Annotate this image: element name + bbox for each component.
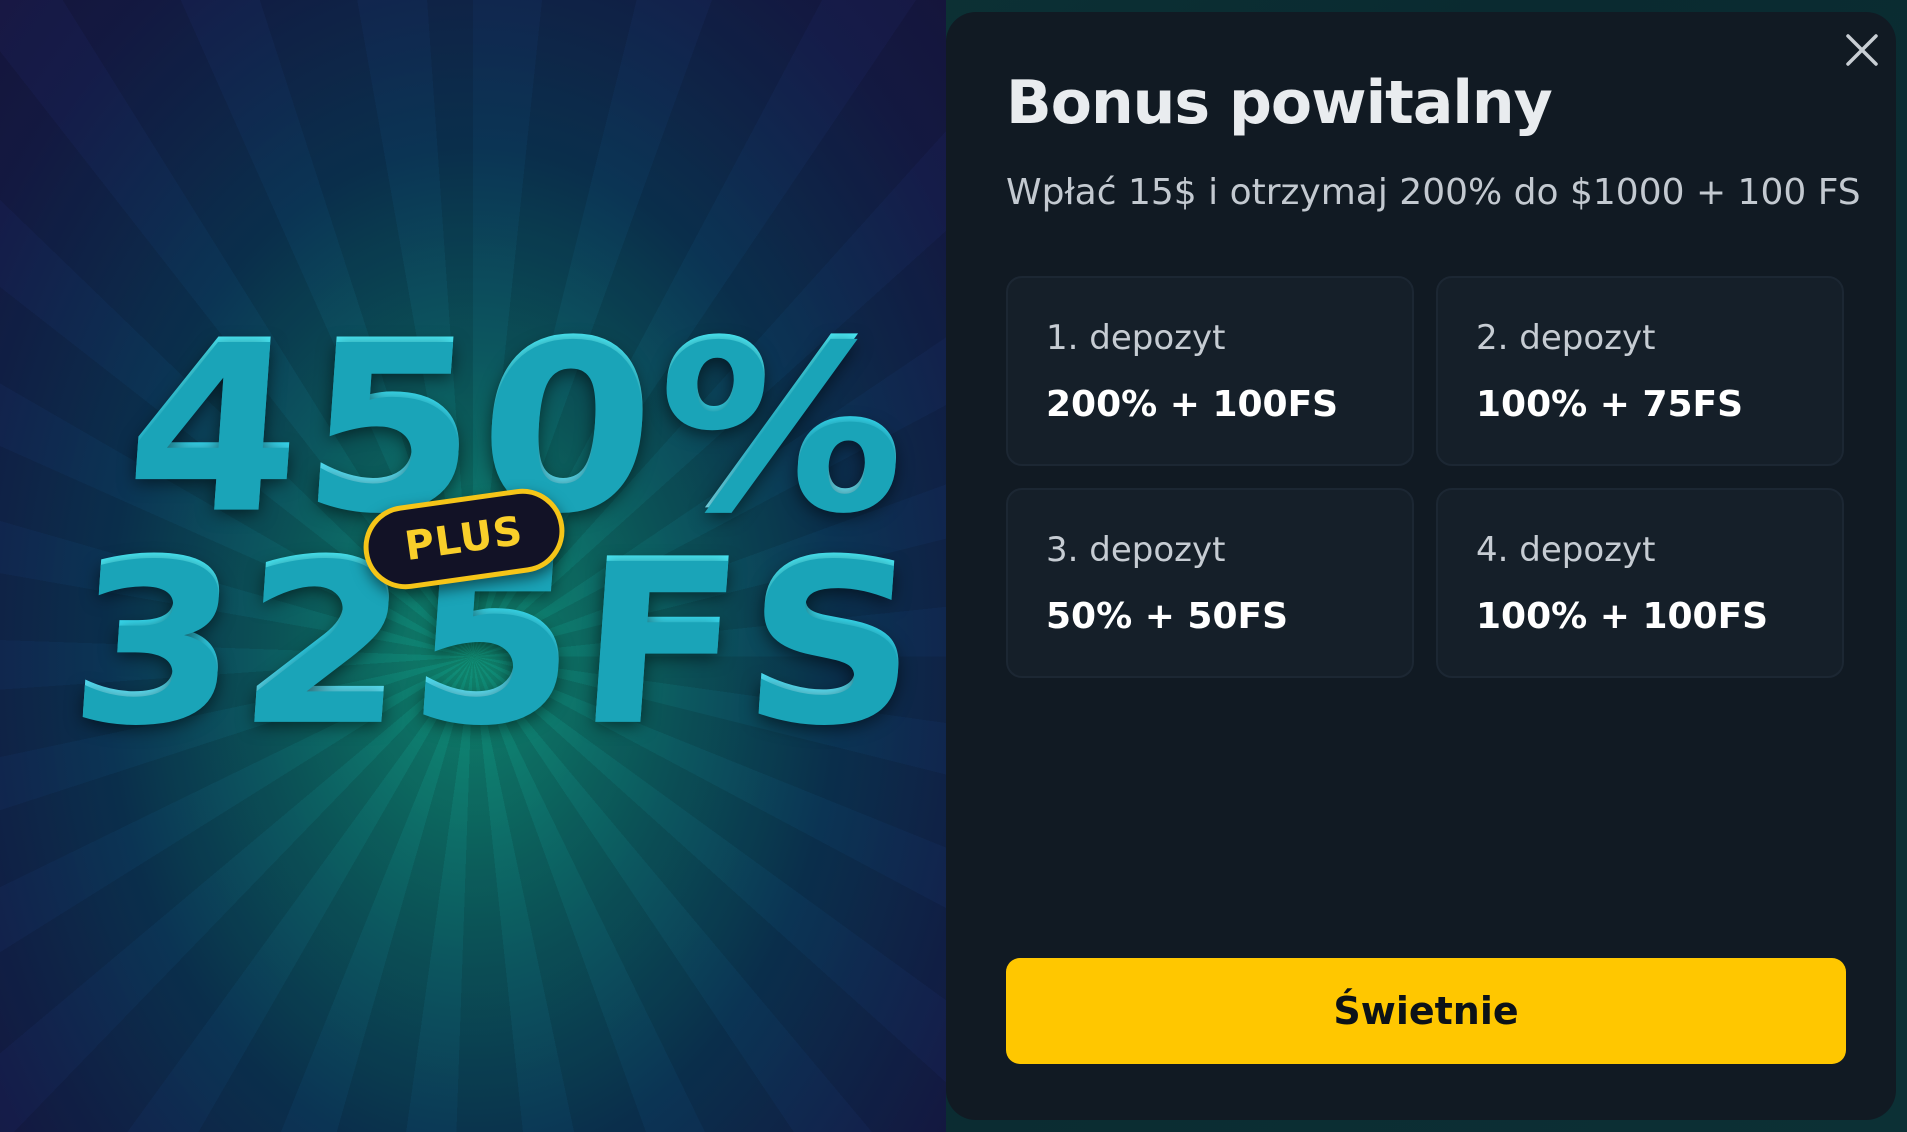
deposit-label: 4. depozyt	[1476, 530, 1656, 570]
deposit-label: 2. depozyt	[1476, 318, 1656, 358]
deposit-card-4: 4. depozyt 100% + 100FS	[1436, 488, 1844, 678]
deposit-card-2: 2. depozyt 100% + 75FS	[1436, 276, 1844, 466]
close-button[interactable]	[1830, 18, 1894, 82]
welcome-bonus-modal-overlay: 450% 325FS PLUS Bonus powitalny Wpłać 15…	[0, 0, 1907, 1132]
deposit-bonus-value: 100% + 100FS	[1476, 596, 1769, 637]
promo-plus-badge-label: PLUS	[402, 507, 526, 571]
close-icon	[1846, 34, 1878, 66]
deposit-bonus-value: 50% + 50FS	[1046, 596, 1289, 637]
modal-subtitle: Wpłać 15$ i otrzymaj 200% do $1000 + 100…	[1006, 172, 1861, 213]
deposit-card-3: 3. depozyt 50% + 50FS	[1006, 488, 1414, 678]
deposit-label: 3. depozyt	[1046, 530, 1226, 570]
deposit-label: 1. depozyt	[1046, 318, 1226, 358]
confirm-button[interactable]: Świetnie	[1006, 958, 1846, 1064]
deposit-bonus-value: 100% + 75FS	[1476, 384, 1744, 425]
deposit-bonus-value: 200% + 100FS	[1046, 384, 1339, 425]
deposit-card-1: 1. depozyt 200% + 100FS	[1006, 276, 1414, 466]
deposit-bonus-grid: 1. depozyt 200% + 100FS 2. depozyt 100% …	[1006, 276, 1846, 678]
promo-banner: 450% 325FS PLUS	[0, 0, 946, 1132]
bonus-panel: Bonus powitalny Wpłać 15$ i otrzymaj 200…	[946, 12, 1896, 1120]
modal-title: Bonus powitalny	[1006, 68, 1553, 138]
